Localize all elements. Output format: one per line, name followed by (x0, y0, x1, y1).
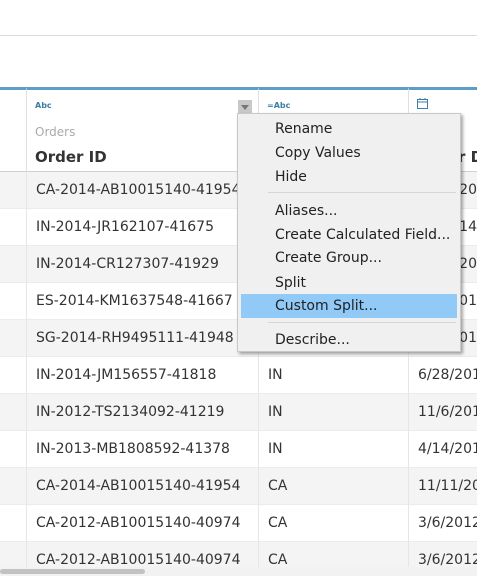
table-row: CA-2012-AB10015140-40974 CA 3/6/2012 (0, 542, 477, 567)
menu-item-create-calculated-field[interactable]: Create Calculated Field... (241, 223, 457, 247)
menu-separator (268, 322, 456, 323)
table-row: CA-2012-AB10015140-40974 CA 3/6/2012 (0, 505, 477, 542)
row-number-cell (0, 394, 27, 431)
order-id-cell: ES-2014-KM1637548-41667 (27, 283, 259, 320)
row-number-cell (0, 542, 27, 567)
order-date-cell: 3/6/2012 (418, 552, 477, 567)
row-number-cell (0, 209, 27, 246)
column-source: Orders (35, 125, 76, 139)
table-row: IN-2013-MB1808592-41378 IN 4/14/201 (0, 431, 477, 468)
order-date-cell: 4/14/201 (418, 441, 477, 457)
row-header-corner (0, 87, 27, 172)
table-row: IN-2014-JM156557-41818 IN 6/28/201 (0, 357, 477, 394)
order-date-cell: 11/6/201 (418, 404, 477, 420)
toolbar-divider (0, 35, 477, 36)
column-name: Order ID (35, 148, 107, 166)
country-cell: CA (259, 468, 409, 505)
scrollbar-thumb[interactable] (0, 569, 145, 574)
order-id-cell: CA-2014-AB10015140-41954 (27, 468, 259, 505)
order-id-cell: SG-2014-RH9495111-41948 (27, 320, 259, 357)
order-date-cell: 6/28/201 (418, 367, 477, 383)
menu-item-copy-values[interactable]: Copy Values (241, 141, 457, 165)
order-id-cell: CA-2012-AB10015140-40974 (27, 542, 259, 567)
menu-item-rename[interactable]: Rename (241, 117, 457, 141)
horizontal-scrollbar[interactable] (0, 567, 477, 576)
country-cell: IN (259, 357, 409, 394)
chevron-down-icon[interactable] (238, 100, 252, 114)
row-number-cell (0, 246, 27, 283)
string-type-icon[interactable]: Abc (35, 101, 52, 110)
row-number-cell (0, 172, 27, 209)
order-id-cell: CA-2014-AB10015140-41954 (27, 172, 259, 209)
order-date-cell: 11/11/20 (418, 478, 477, 494)
calendar-icon[interactable] (417, 98, 428, 111)
calculated-string-type-icon[interactable]: =Abc (267, 101, 290, 110)
column-context-menu: Rename Copy Values Hide Aliases... Creat… (237, 113, 461, 352)
menu-item-describe[interactable]: Describe... (241, 328, 457, 352)
menu-item-split[interactable]: Split (241, 271, 457, 295)
menu-item-hide[interactable]: Hide (241, 165, 457, 189)
menu-separator (268, 192, 456, 193)
table-row: IN-2012-TS2134092-41219 IN 11/6/201 (0, 394, 477, 431)
row-number-cell (0, 431, 27, 468)
row-number-cell (0, 320, 27, 357)
order-id-cell: IN-2014-CR127307-41929 (27, 246, 259, 283)
country-cell: CA (259, 505, 409, 542)
menu-item-aliases[interactable]: Aliases... (241, 199, 457, 223)
row-number-cell (0, 468, 27, 505)
row-number-cell (0, 357, 27, 394)
order-id-cell: CA-2012-AB10015140-40974 (27, 505, 259, 542)
menu-item-create-group[interactable]: Create Group... (241, 246, 457, 270)
order-id-cell: IN-2013-MB1808592-41378 (27, 431, 259, 468)
table-row: CA-2014-AB10015140-41954 CA 11/11/20 (0, 468, 477, 505)
row-number-cell (0, 283, 27, 320)
country-cell: IN (259, 394, 409, 431)
order-id-cell: IN-2012-TS2134092-41219 (27, 394, 259, 431)
column-header-order-id[interactable]: Abc Orders Order ID (27, 87, 259, 172)
country-cell: CA (259, 542, 409, 567)
country-cell: IN (259, 431, 409, 468)
menu-item-custom-split[interactable]: Custom Split... (241, 294, 457, 318)
order-id-cell: IN-2014-JM156557-41818 (27, 357, 259, 394)
row-number-cell (0, 505, 27, 542)
order-date-cell: 3/6/2012 (418, 515, 477, 531)
order-id-cell: IN-2014-JR162107-41675 (27, 209, 259, 246)
